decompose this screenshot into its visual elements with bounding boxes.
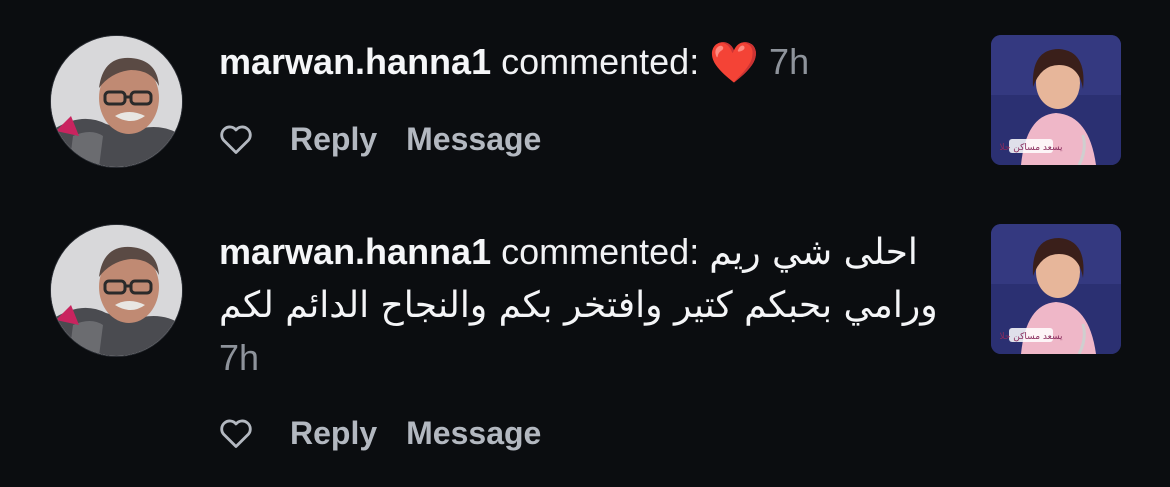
heart-outline-icon[interactable] (219, 123, 253, 155)
comment-verb: commented: (501, 231, 700, 272)
person-photo-icon (51, 36, 182, 167)
thumb-caption: يسعد مساكن حلا (1000, 332, 1063, 342)
post-thumbnail-icon: يسعد مساكن حلا (991, 224, 1121, 354)
post-thumbnail[interactable]: يسعد مساكن حلا (991, 224, 1121, 354)
avatar[interactable] (50, 35, 183, 168)
thumb-caption: يسعد مساكن حلا (1000, 143, 1063, 153)
username[interactable]: marwan.hanna1 (219, 231, 491, 272)
comment-verb: commented: (501, 41, 700, 82)
avatar[interactable] (50, 224, 183, 357)
username[interactable]: marwan.hanna1 (219, 41, 491, 82)
comment-text: marwan.hanna1 commented: ❤️ 7h (219, 36, 954, 89)
post-thumbnail[interactable]: يسعد مساكن حلا (991, 35, 1121, 165)
timestamp: 7h (769, 41, 810, 82)
comment-body: ❤️ (709, 41, 760, 85)
heart-outline-icon[interactable] (219, 417, 253, 449)
message-button[interactable]: Message (406, 121, 541, 158)
timestamp: 7h (219, 337, 260, 378)
person-photo-icon (51, 225, 182, 356)
message-button[interactable]: Message (406, 415, 541, 452)
comment-actions: Reply Message (219, 119, 541, 159)
reply-button[interactable]: Reply (290, 121, 377, 158)
reply-button[interactable]: Reply (290, 415, 377, 452)
comment-actions: Reply Message (219, 413, 541, 453)
comment-text: marwan.hanna1 commented: احلى شي ريم ورا… (219, 226, 954, 384)
post-thumbnail-icon: يسعد مساكن حلا (991, 35, 1121, 165)
